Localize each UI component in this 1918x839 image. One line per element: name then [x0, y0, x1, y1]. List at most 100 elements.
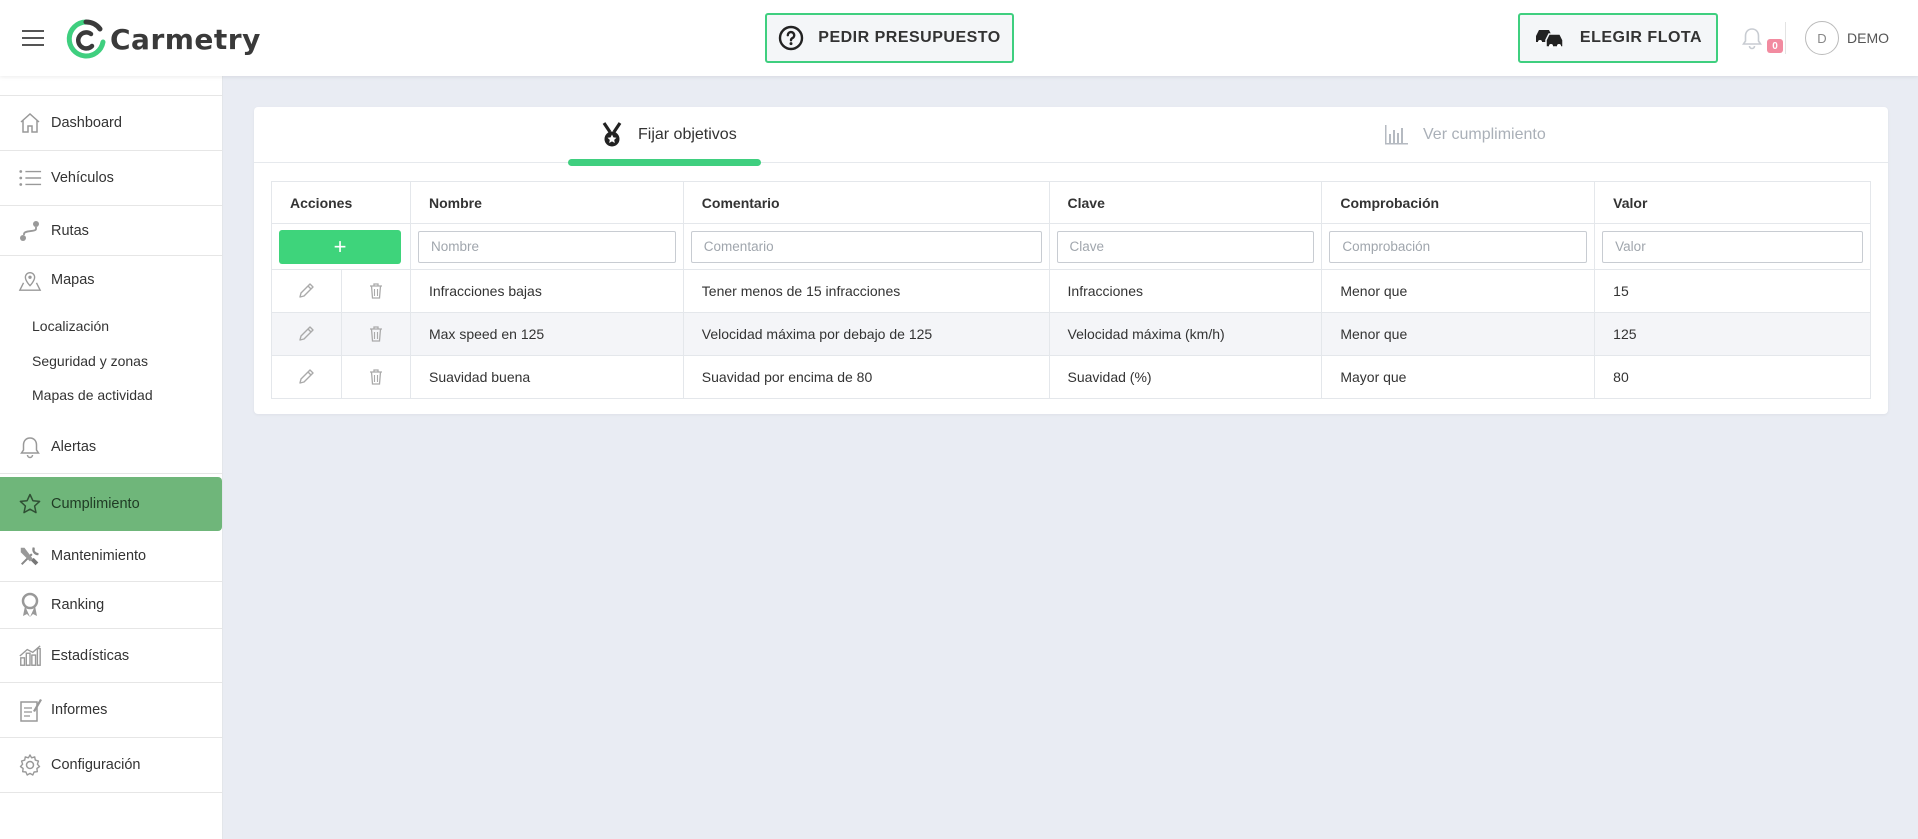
medal-icon	[18, 592, 42, 617]
table-row: Infracciones bajas Tener menos de 15 inf…	[271, 269, 1871, 313]
column-header-acciones: Acciones	[271, 181, 411, 224]
header-divider	[1785, 22, 1786, 54]
choose-fleet-label: ELEGIR FLOTA	[1579, 29, 1703, 46]
brand-name: Carmetry	[110, 22, 261, 56]
objectives-card: Fijar objetivos Ver cumplimiento Accione…	[254, 107, 1888, 414]
clave-cell: Suavidad (%)	[1048, 355, 1323, 399]
clave-cell: Velocidad máxima (km/h)	[1048, 312, 1323, 356]
sidebar-item-ranking[interactable]: Ranking	[0, 582, 222, 629]
column-header-valor[interactable]: Valor	[1594, 181, 1871, 224]
carmetry-logo-icon	[66, 19, 106, 59]
actions-cell	[271, 355, 411, 399]
comprobacion-cell: Menor que	[1321, 312, 1596, 356]
valor-cell: 125	[1594, 312, 1871, 356]
sidebar-item-alertas[interactable]: Alertas	[0, 420, 222, 474]
delete-trash-icon[interactable]	[340, 313, 411, 355]
delete-trash-icon[interactable]	[340, 270, 411, 312]
medal-icon	[600, 122, 624, 148]
filter-row: +	[271, 223, 1871, 270]
sidebar-item-dashboard[interactable]: Dashboard	[0, 96, 222, 151]
table-header-row: Acciones Nombre Comentario Clave Comprob…	[271, 181, 1871, 224]
sidebar-subitem-seguridad[interactable]: Seguridad y zonas	[32, 353, 148, 369]
bar-chart-icon	[1385, 125, 1409, 145]
comentario-filter-input[interactable]	[690, 230, 1042, 263]
gear-icon	[18, 753, 42, 777]
route-icon	[18, 219, 42, 243]
edit-pencil-icon[interactable]	[272, 356, 341, 398]
username[interactable]: DEMO	[1847, 30, 1889, 46]
cars-icon	[1534, 26, 1566, 50]
star-icon	[18, 492, 42, 516]
sidebar-item-rutas[interactable]: Rutas	[0, 206, 222, 256]
request-quote-button[interactable]: PEDIR PRESUPUESTO	[765, 13, 1014, 63]
sidebar-item-label: Informes	[51, 702, 108, 718]
sidebar-item-cumplimiento[interactable]: Cumplimiento	[0, 477, 222, 531]
clave-filter-input[interactable]	[1056, 230, 1315, 263]
sidebar-item-label: Configuración	[51, 757, 141, 773]
sidebar-subitem-mapas-actividad[interactable]: Mapas de actividad	[32, 387, 153, 403]
tab-ver-cumplimiento[interactable]: Ver cumplimiento	[1385, 107, 1546, 163]
sidebar-item-label: Alertas	[51, 438, 97, 455]
notification-badge: 0	[1767, 39, 1783, 53]
request-quote-label: PEDIR PRESUPUESTO	[818, 29, 1001, 46]
objectives-table: Acciones Nombre Comentario Clave Comprob…	[271, 181, 1871, 399]
tab-fijar-objetivos[interactable]: Fijar objetivos	[600, 107, 737, 163]
comprobacion-filter-input[interactable]	[1329, 230, 1588, 263]
actions-cell	[271, 312, 411, 356]
add-cell: +	[271, 223, 411, 270]
sidebar-item-informes[interactable]: Informes	[0, 683, 222, 738]
sidebar-item-estadisticas[interactable]: Estadísticas	[0, 629, 222, 683]
table-row: Max speed en 125 Velocidad máxima por de…	[271, 312, 1871, 356]
bar-chart-icon	[18, 644, 42, 668]
column-header-comprobacion[interactable]: Comprobación	[1321, 181, 1596, 224]
sidebar-item-label: Ranking	[51, 597, 105, 613]
top-bar: Carmetry PEDIR PRESUPUESTO ELEGIR FLOTA …	[0, 0, 1918, 76]
report-icon	[18, 698, 42, 722]
sidebar-item-configuracion[interactable]: Configuración	[0, 738, 222, 793]
filter-cell	[682, 223, 1050, 270]
comprobacion-cell: Menor que	[1321, 269, 1596, 313]
avatar[interactable]: D	[1805, 21, 1839, 55]
sidebar-item-label: Mantenimiento	[51, 548, 147, 564]
sidebar-item-vehiculos[interactable]: Vehículos	[0, 151, 222, 206]
bell-icon	[18, 435, 42, 459]
choose-fleet-button[interactable]: ELEGIR FLOTA	[1518, 13, 1718, 63]
filter-cell	[1321, 223, 1596, 270]
sidebar-item-label: Dashboard	[51, 115, 122, 131]
menu-icon[interactable]	[22, 30, 44, 46]
filter-cell	[409, 223, 684, 270]
active-tab-indicator	[568, 159, 761, 166]
tab-label: Fijar objetivos	[638, 126, 737, 143]
nombre-cell: Infracciones bajas	[409, 269, 684, 313]
column-header-comentario[interactable]: Comentario	[682, 181, 1050, 224]
column-header-nombre[interactable]: Nombre	[409, 181, 684, 224]
sidebar-item-label: Vehículos	[51, 170, 114, 186]
clave-cell: Infracciones	[1048, 269, 1323, 313]
delete-trash-icon[interactable]	[340, 356, 411, 398]
sidebar-item-label: Rutas	[51, 222, 89, 239]
map-icon	[18, 269, 42, 293]
valor-filter-input[interactable]	[1602, 230, 1863, 263]
valor-cell: 15	[1594, 269, 1871, 313]
nombre-filter-input[interactable]	[417, 230, 676, 263]
tab-label: Ver cumplimiento	[1423, 126, 1546, 143]
sidebar-item-label: Cumplimiento	[51, 496, 140, 512]
list-icon	[18, 166, 42, 190]
sidebar-item-mantenimiento[interactable]: Mantenimiento	[0, 531, 222, 582]
comentario-cell: Suavidad por encima de 80	[682, 355, 1050, 399]
tools-icon	[18, 544, 42, 568]
notification-bell-icon[interactable]	[1741, 26, 1765, 50]
valor-cell: 80	[1594, 355, 1871, 399]
edit-pencil-icon[interactable]	[272, 313, 341, 355]
add-objective-button[interactable]: +	[279, 229, 401, 264]
edit-pencil-icon[interactable]	[272, 270, 341, 312]
sidebar-item-label: Estadísticas	[51, 647, 130, 664]
sidebar-item-label: Mapas	[51, 272, 95, 288]
filter-cell	[1594, 223, 1871, 270]
logo[interactable]: Carmetry	[64, 18, 261, 60]
nombre-cell: Max speed en 125	[409, 312, 684, 356]
nombre-cell: Suavidad buena	[409, 355, 684, 399]
column-header-clave[interactable]: Clave	[1048, 181, 1323, 224]
sidebar-subitem-localizacion[interactable]: Localización	[32, 318, 109, 334]
sidebar: Dashboard Vehículos Rutas Mapas Localiza…	[0, 76, 223, 839]
